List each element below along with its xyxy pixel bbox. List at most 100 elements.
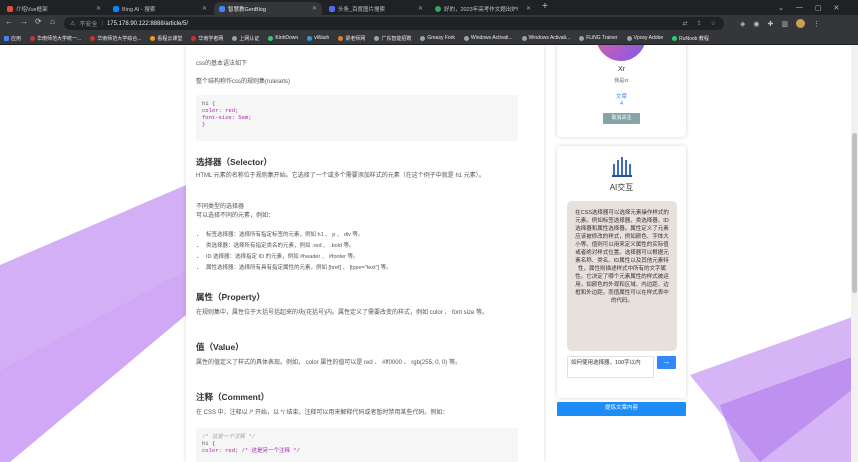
- tab-title: 介绍Vue框架: [16, 6, 48, 13]
- bookmark-item[interactable]: Windows Activati...: [463, 35, 513, 41]
- close-icon[interactable]: ✕: [418, 5, 423, 12]
- list-item: 类选择器：选择所有指定类名的元素，例如 .red 、 .bold 等。: [206, 241, 526, 252]
- article-intro: css的基本语法如下: [196, 61, 248, 67]
- arrow-right-icon: →: [662, 357, 671, 366]
- reload-icon[interactable]: ⟳: [35, 17, 42, 26]
- articles-count: 4: [619, 101, 624, 107]
- tab-title: 头条_百度图片搜索: [338, 6, 386, 13]
- security-label: 不安全: [79, 22, 98, 28]
- bookmark-item[interactable]: 华南学者网: [191, 35, 223, 42]
- bookmark-item[interactable]: vWash: [307, 35, 329, 41]
- close-window-icon[interactable]: ✕: [834, 4, 840, 12]
- ai-card: AI交互 在CSS选择器可以选择元素操作样式的元素。例如标签选择器、类选择器、I…: [557, 146, 686, 398]
- profile-bio: 我是xr: [614, 78, 629, 84]
- star-icon[interactable]: ☆: [711, 20, 716, 27]
- articles-label[interactable]: 文章: [557, 92, 686, 100]
- tab-favicon: [7, 5, 13, 12]
- bookmark-item[interactable]: FLiNG Trainer: [579, 35, 618, 41]
- bookmarks-bar: 应用 华南师范大学统一... 华南师范大学综合... 看程云课堂 华南学者网 上…: [0, 32, 858, 45]
- bookmark-item[interactable]: Windows Activati...: [521, 35, 570, 41]
- summarize-button[interactable]: 提炼文章内容: [557, 402, 686, 416]
- code-block-2: /* 这是一个注释 */ h1 { color: red; /* 这是另一个注释…: [196, 428, 518, 462]
- list-item: ID 选择器：选择指定 ID 的元素，例如 #header 、 #footer …: [206, 252, 526, 263]
- bookmark-item[interactable]: 梁老师网: [338, 35, 365, 42]
- sidebar-icon[interactable]: ▥: [781, 20, 788, 28]
- bookmark-item[interactable]: Greasy Fork: [420, 35, 455, 41]
- tab-favicon: [435, 5, 441, 12]
- selector-subtitle: 不同类型的选择器: [196, 204, 245, 210]
- profile-card: Xr 我是xr 文章 4 取消关注: [557, 45, 686, 137]
- close-icon[interactable]: ✕: [202, 5, 207, 12]
- code-block: h1 { color: red; font-size: 5em; }: [196, 95, 518, 141]
- minimize-icon[interactable]: —: [796, 4, 803, 11]
- profile-avatar[interactable]: [796, 19, 805, 28]
- scrollbar-thumb[interactable]: [852, 133, 857, 293]
- bookmark-item[interactable]: 广东智能招聘: [374, 35, 411, 42]
- ai-question-input[interactable]: 如何使用选择器，100字以内: [567, 356, 654, 378]
- tab-5[interactable]: 好的，2023年高考作文题出炉! ✕: [430, 2, 536, 15]
- tab-4[interactable]: 头条_百度图片搜索 ✕: [324, 2, 428, 15]
- bookmark-item[interactable]: KinhDown: [268, 35, 298, 41]
- list-item: 标签选择器：选择所有指定标签的元素，例如 h1 、 p 、 div 等。: [206, 230, 526, 241]
- warning-icon: ⚠: [70, 21, 76, 27]
- new-tab-button[interactable]: +: [542, 1, 548, 12]
- selector-list: 标签选择器：选择所有指定标签的元素，例如 h1 、 p 、 div 等。 类选择…: [196, 230, 526, 274]
- heading-selector: 选择器（Selector）: [196, 157, 273, 167]
- selector-paragraph: HTML 元素的名称位于规则集开始。它选择了一个或多个需要添加样式的元素（在这个…: [196, 173, 485, 179]
- chevron-down-icon[interactable]: ⌄: [778, 4, 784, 12]
- share-icon[interactable]: ⇪: [697, 20, 702, 27]
- tab-title: 好的，2023年高考作文题出炉!: [444, 6, 519, 13]
- bookmark-item[interactable]: 上网认证: [232, 35, 259, 42]
- url-text[interactable]: 175.178.90.122:8888/article/5/: [107, 21, 188, 27]
- tab-title: 智慧教GenBlog: [228, 6, 266, 13]
- heading-value: 值（Value）: [196, 342, 244, 352]
- code-line: h1 {: [202, 440, 216, 447]
- bookmark-item[interactable]: RuNoob 教程: [672, 35, 709, 42]
- translate-icon[interactable]: ⇄: [683, 20, 688, 27]
- code-line: }: [202, 121, 206, 128]
- bookmark-item[interactable]: 看程云课堂: [150, 35, 182, 42]
- page-viewport: css的基本语法如下 整个结构称作css的规则集(rulesets) h1 { …: [0, 45, 858, 462]
- value-paragraph: 属性的值定义了样式的具体表现。例如， color 属性的值可以是 red 、 #…: [196, 360, 461, 366]
- tab-2[interactable]: Bing AI - 搜索 ✕: [108, 2, 212, 15]
- extension-icon[interactable]: ◉: [753, 20, 759, 28]
- back-icon[interactable]: ←: [5, 17, 13, 26]
- bookmark-item[interactable]: 华南师范大学综合...: [90, 35, 141, 42]
- profile-name: Xr: [618, 66, 625, 73]
- ai-response: 在CSS选择器可以选择元素操作样式的元素。例如标签选择器、类选择器、ID选择器和…: [567, 201, 677, 351]
- close-icon[interactable]: ✕: [312, 5, 317, 12]
- ai-title: AI交互: [609, 183, 634, 192]
- heading-property: 属性（Property）: [196, 292, 265, 302]
- home-icon[interactable]: ⌂: [50, 17, 55, 26]
- unfollow-button[interactable]: 取消关注: [603, 113, 640, 124]
- property-paragraph: 在规则集中，属性位于大括号括起来的块(花括号)内。属性定义了需要改变的样式，例如…: [196, 310, 489, 316]
- article-rulesets: 整个结构称作css的规则集(rulesets): [196, 79, 291, 85]
- code-line: font-size: 5em;: [202, 114, 252, 121]
- bookmark-item[interactable]: 华南师范大学统一...: [30, 35, 81, 42]
- tab-title: Bing AI - 搜索: [122, 6, 156, 13]
- tab-1[interactable]: 介绍Vue框架 ✕: [2, 2, 106, 15]
- code-line: h1 {: [202, 100, 216, 107]
- bookmark-item[interactable]: Vposy Adobe: [626, 35, 663, 41]
- tab-favicon: [113, 5, 119, 12]
- ai-logo-icon: [612, 157, 632, 177]
- selector-subtitle-2: 可以选择不同的元素，例如：: [196, 213, 275, 219]
- window-controls: ⌄ — ▢ ✕: [778, 0, 839, 15]
- code-line: color: red; /* 这是另一个注释 */: [202, 447, 300, 454]
- heading-comment: 注释（Comment）: [196, 392, 270, 402]
- close-icon[interactable]: ✕: [96, 5, 101, 12]
- bookmark-item[interactable]: 应用: [4, 35, 21, 42]
- menu-icon[interactable]: ⋮: [813, 20, 820, 28]
- close-icon[interactable]: ✕: [526, 5, 531, 12]
- maximize-icon[interactable]: ▢: [815, 4, 822, 12]
- list-item: 属性选择器：选择所有具有指定属性的元素，例如 [href] 、 [type="t…: [206, 263, 526, 274]
- puzzle-icon[interactable]: ✚: [768, 20, 774, 28]
- avatar: [596, 45, 646, 61]
- send-button[interactable]: →: [657, 356, 676, 369]
- code-line: /* 这是一个注释 */: [202, 433, 255, 440]
- tab-3-active[interactable]: 智慧教GenBlog ✕: [214, 2, 322, 15]
- address-bar[interactable]: ⚠ 不安全 | 175.178.90.122:8888/article/5/ ⇄…: [64, 17, 724, 30]
- code-line: color: red;: [202, 107, 239, 114]
- extension-icon[interactable]: ◈: [740, 20, 745, 28]
- forward-icon[interactable]: →: [20, 17, 28, 26]
